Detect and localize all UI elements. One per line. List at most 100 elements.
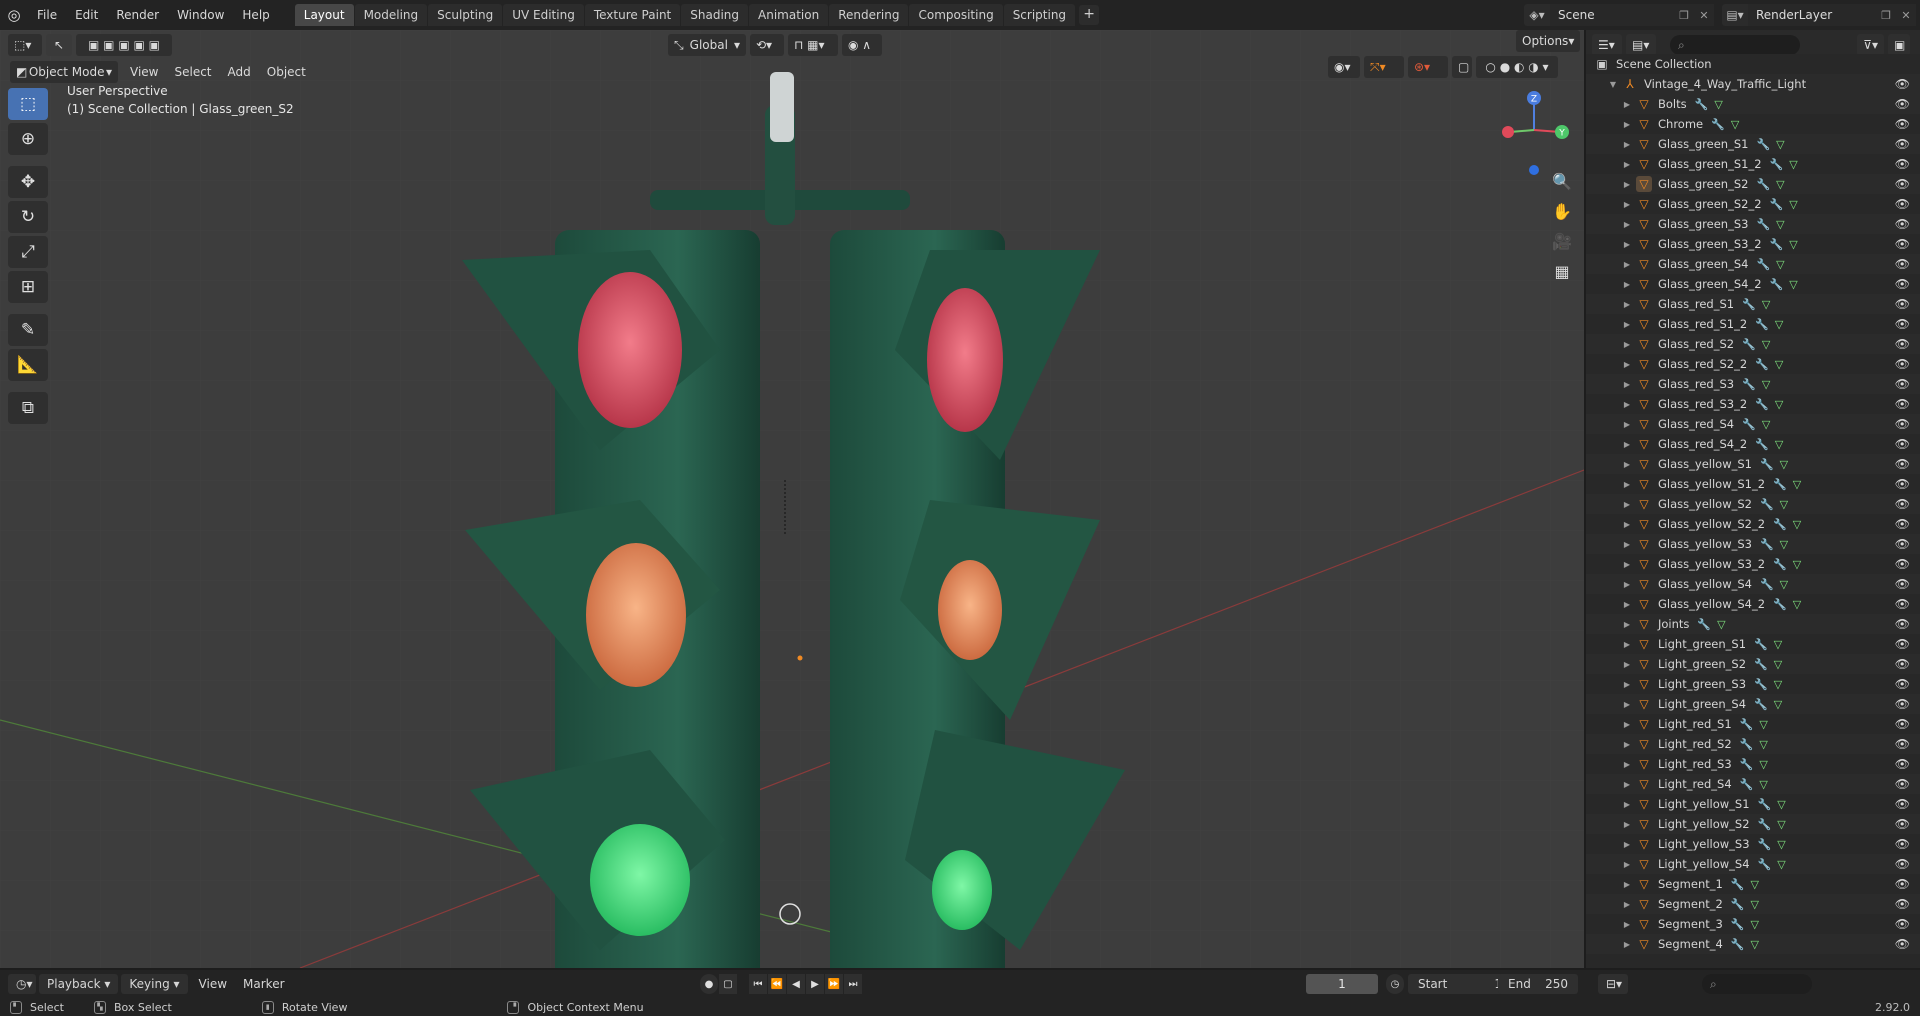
- modifier-wrench-icon[interactable]: 🔧: [1773, 558, 1787, 571]
- tab-modeling[interactable]: Modeling: [354, 4, 428, 26]
- camera-view-icon[interactable]: 🎥: [1546, 228, 1578, 254]
- xray-icon[interactable]: ▢: [1452, 56, 1472, 78]
- mesh-data-icon[interactable]: ▽: [1775, 438, 1783, 451]
- outliner-item[interactable]: ▶ ▽ Light_yellow_S3 🔧 ▽ 👁: [1586, 834, 1920, 854]
- outliner-item[interactable]: ▶ ▽ Light_red_S1 🔧 ▽ 👁: [1586, 714, 1920, 734]
- modifier-wrench-icon[interactable]: 🔧: [1742, 298, 1756, 311]
- add-workspace-button[interactable]: +: [1079, 5, 1100, 25]
- outliner-item[interactable]: ▶ ▽ Glass_red_S3 🔧 ▽ 👁: [1586, 374, 1920, 394]
- mesh-data-icon[interactable]: ▽: [1762, 418, 1770, 431]
- expand-arrow-icon[interactable]: ▶: [1622, 780, 1632, 789]
- tab-compositing[interactable]: Compositing: [909, 4, 1003, 26]
- eye-icon[interactable]: 👁: [1895, 917, 1910, 931]
- menu-object[interactable]: Object: [259, 61, 314, 83]
- modifier-wrench-icon[interactable]: 🔧: [1755, 358, 1769, 371]
- expand-arrow-icon[interactable]: ▶: [1622, 840, 1632, 849]
- modifier-wrench-icon[interactable]: 🔧: [1770, 158, 1784, 171]
- outliner-item[interactable]: ▶ ▽ Segment_4 🔧 ▽ 👁: [1586, 934, 1920, 954]
- mesh-data-icon[interactable]: ▽: [1717, 618, 1725, 631]
- expand-arrow-icon[interactable]: ▶: [1622, 880, 1632, 889]
- 3d-viewport[interactable]: ⬚▾ ↖ ▣ ▣ ▣ ▣ ▣ ◩ Object Mode ▾ View Sele…: [0, 30, 1584, 968]
- expand-arrow-icon[interactable]: ▶: [1622, 520, 1632, 529]
- start-frame-field[interactable]: Start1: [1408, 974, 1512, 994]
- menu-select[interactable]: Select: [166, 61, 219, 83]
- expand-arrow-icon[interactable]: ▶: [1622, 560, 1632, 569]
- modifier-wrench-icon[interactable]: 🔧: [1760, 498, 1774, 511]
- copy-scene-icon[interactable]: ❐: [1674, 4, 1694, 26]
- mesh-data-icon[interactable]: ▽: [1780, 458, 1788, 471]
- outliner-item[interactable]: ▶ ▽ Joints 🔧 ▽ 👁: [1586, 614, 1920, 634]
- modifier-wrench-icon[interactable]: 🔧: [1770, 238, 1784, 251]
- next-keyframe-icon[interactable]: ⏩: [825, 974, 843, 994]
- eye-icon[interactable]: 👁: [1895, 97, 1910, 111]
- gizmo-toggle-icon[interactable]: ⤧▾: [1364, 56, 1404, 78]
- mesh-data-icon[interactable]: ▽: [1759, 758, 1767, 771]
- eye-icon[interactable]: 👁: [1895, 257, 1910, 271]
- scene-name[interactable]: Scene: [1550, 4, 1674, 26]
- mesh-data-icon[interactable]: ▽: [1775, 318, 1783, 331]
- play-reverse-icon[interactable]: ◀: [787, 974, 805, 994]
- expand-arrow-icon[interactable]: ▶: [1622, 680, 1632, 689]
- mesh-data-icon[interactable]: ▽: [1731, 118, 1739, 131]
- expand-arrow-icon[interactable]: ▶: [1622, 200, 1632, 209]
- expand-arrow-icon[interactable]: ▶: [1622, 660, 1632, 669]
- play-icon[interactable]: ▶: [806, 974, 824, 994]
- perspective-grid-icon[interactable]: ▦: [1546, 258, 1578, 284]
- expand-arrow-icon[interactable]: ▶: [1622, 420, 1632, 429]
- expand-arrow-icon[interactable]: ▶: [1622, 640, 1632, 649]
- close-view-layer-icon[interactable]: ✕: [1896, 4, 1916, 26]
- outliner-item[interactable]: ▶ ▽ Glass_green_S4_2 🔧 ▽ 👁: [1586, 274, 1920, 294]
- mesh-data-icon[interactable]: ▽: [1793, 478, 1801, 491]
- outliner-item[interactable]: ▶ ▽ Glass_green_S1 🔧 ▽ 👁: [1586, 134, 1920, 154]
- mesh-data-icon[interactable]: ▽: [1776, 218, 1784, 231]
- timeline-editor-icon[interactable]: ◷▾: [8, 974, 36, 994]
- outliner-item[interactable]: ▶ ▽ Glass_yellow_S4_2 🔧 ▽ 👁: [1586, 594, 1920, 614]
- eye-icon[interactable]: 👁: [1895, 477, 1910, 491]
- view-layer-name[interactable]: RenderLayer: [1748, 4, 1876, 26]
- mesh-data-icon[interactable]: ▽: [1793, 558, 1801, 571]
- mesh-data-icon[interactable]: ▽: [1759, 718, 1767, 731]
- outliner-item[interactable]: ▶ ▽ Glass_green_S1_2 🔧 ▽ 👁: [1586, 154, 1920, 174]
- eye-icon[interactable]: 👁: [1895, 397, 1910, 411]
- expand-arrow-icon[interactable]: ▶: [1622, 740, 1632, 749]
- modifier-wrench-icon[interactable]: 🔧: [1756, 178, 1770, 191]
- collapse-arrow-icon[interactable]: ▼: [1608, 80, 1618, 89]
- scene-selector[interactable]: ◈▾ Scene ❐ ✕: [1524, 4, 1714, 26]
- modifier-wrench-icon[interactable]: 🔧: [1740, 778, 1754, 791]
- mesh-data-icon[interactable]: ▽: [1751, 938, 1759, 951]
- expand-arrow-icon[interactable]: ▶: [1622, 620, 1632, 629]
- visibility-icon[interactable]: ◉▾: [1328, 56, 1360, 78]
- mesh-data-icon[interactable]: ▽: [1774, 698, 1782, 711]
- expand-arrow-icon[interactable]: ▶: [1622, 340, 1632, 349]
- expand-arrow-icon[interactable]: ▶: [1622, 480, 1632, 489]
- outliner-item[interactable]: ▶ ▽ Segment_3 🔧 ▽ 👁: [1586, 914, 1920, 934]
- eye-icon[interactable]: 👁: [1895, 577, 1910, 591]
- mesh-data-icon[interactable]: ▽: [1762, 298, 1770, 311]
- transform-tool-icon[interactable]: ⊞: [8, 271, 48, 303]
- expand-arrow-icon[interactable]: ▶: [1622, 860, 1632, 869]
- modifier-wrench-icon[interactable]: 🔧: [1773, 518, 1787, 531]
- expand-arrow-icon[interactable]: ▶: [1622, 900, 1632, 909]
- jump-start-icon[interactable]: ⏮: [749, 974, 767, 994]
- eye-icon[interactable]: 👁: [1895, 437, 1910, 451]
- mesh-data-icon[interactable]: ▽: [1762, 338, 1770, 351]
- mesh-data-icon[interactable]: ▽: [1789, 198, 1797, 211]
- modifier-wrench-icon[interactable]: 🔧: [1754, 638, 1768, 651]
- tab-shading[interactable]: Shading: [681, 4, 748, 26]
- eye-icon[interactable]: 👁: [1895, 557, 1910, 571]
- modifier-wrench-icon[interactable]: 🔧: [1770, 278, 1784, 291]
- mesh-data-icon[interactable]: ▽: [1777, 858, 1785, 871]
- measure-tool-icon[interactable]: 📐: [8, 349, 48, 381]
- mesh-data-icon[interactable]: ▽: [1777, 838, 1785, 851]
- scale-tool-icon[interactable]: ⤢: [8, 236, 48, 268]
- eye-icon[interactable]: 👁: [1895, 757, 1910, 771]
- mesh-data-icon[interactable]: ▽: [1789, 278, 1797, 291]
- modifier-wrench-icon[interactable]: 🔧: [1731, 898, 1745, 911]
- tab-layout[interactable]: Layout: [294, 4, 354, 26]
- mesh-data-icon[interactable]: ▽: [1789, 238, 1797, 251]
- add-cube-tool-icon[interactable]: ⧉: [8, 392, 48, 424]
- move-tool-icon[interactable]: ✥: [8, 166, 48, 198]
- modifier-wrench-icon[interactable]: 🔧: [1760, 458, 1774, 471]
- mesh-data-icon[interactable]: ▽: [1777, 818, 1785, 831]
- expand-arrow-icon[interactable]: ▶: [1622, 100, 1632, 109]
